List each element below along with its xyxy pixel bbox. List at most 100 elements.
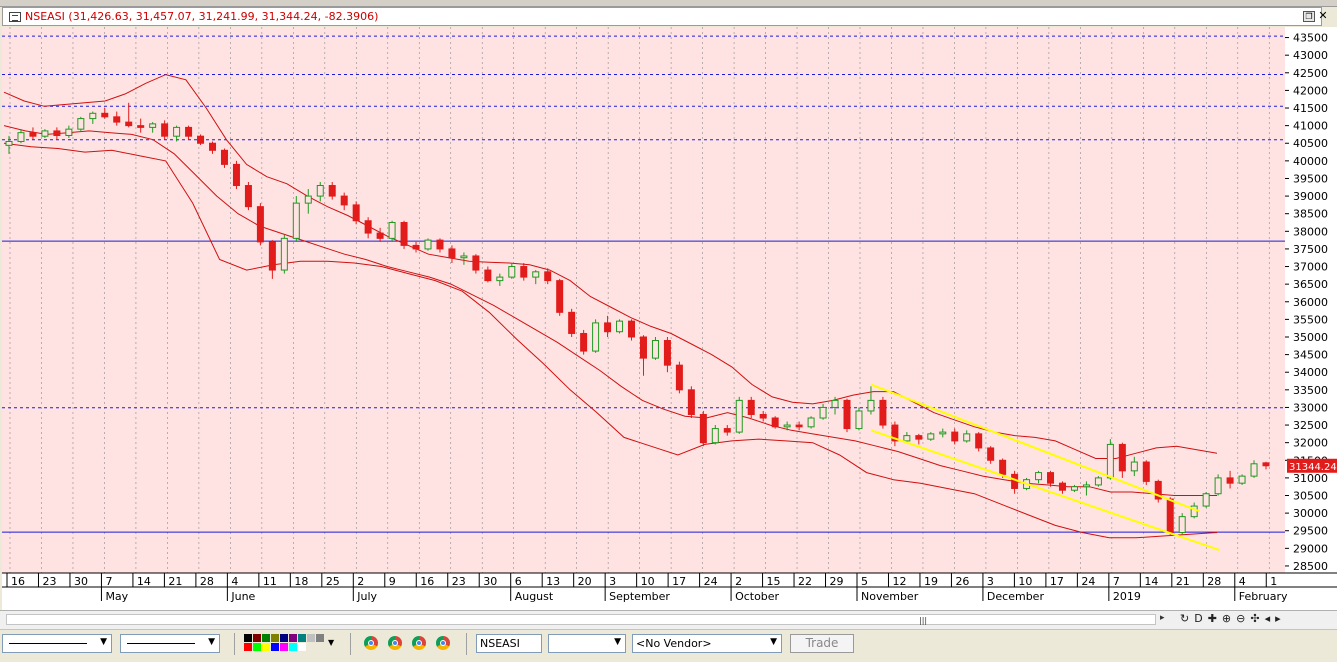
candle bbox=[939, 431, 947, 435]
browser-icon[interactable] bbox=[364, 636, 378, 650]
color-swatch[interactable] bbox=[316, 634, 324, 642]
y-tick-label: 38000 bbox=[1293, 225, 1328, 238]
y-tick-label: 37000 bbox=[1293, 261, 1328, 274]
candle bbox=[232, 163, 240, 187]
candle bbox=[77, 118, 85, 130]
color-swatch[interactable] bbox=[253, 643, 261, 651]
candle bbox=[41, 130, 49, 137]
candle bbox=[125, 121, 133, 127]
color-swatch[interactable] bbox=[307, 634, 315, 642]
zoom-out-icon[interactable]: ⊖ bbox=[1236, 612, 1250, 625]
month-label: December bbox=[987, 590, 1045, 603]
browser-icon[interactable] bbox=[388, 636, 402, 650]
x-tick-label: 23 bbox=[452, 575, 466, 588]
candle bbox=[831, 399, 839, 408]
x-tick-label: 26 bbox=[955, 575, 969, 588]
chart-nav-icons: ↻D✚⊕⊖✣◂▸ bbox=[1180, 612, 1286, 625]
candle bbox=[927, 433, 935, 440]
drawing-toolbar: ▼ ▼ ▼ NSEASI ▼ <No Vendor> ▼ Trade bbox=[0, 629, 1337, 662]
right-icon[interactable]: ▸ bbox=[1275, 612, 1286, 625]
chevron-down-icon: ▼ bbox=[770, 637, 777, 647]
x-tick-label: 12 bbox=[892, 575, 906, 588]
toolbar-divider bbox=[466, 633, 467, 655]
y-tick-label: 32000 bbox=[1293, 437, 1328, 450]
price-chart[interactable]: 2850029000295003000030500310003150032000… bbox=[2, 27, 1337, 610]
daily-icon[interactable]: D bbox=[1194, 612, 1207, 625]
trade-button[interactable]: Trade bbox=[790, 634, 854, 653]
chart-title-bar: NSEASI (31,426.63, 31,457.07, 31,241.99,… bbox=[2, 7, 1328, 26]
scrollbar-grip-icon[interactable]: ||| bbox=[919, 616, 927, 625]
line-width-select[interactable]: ▼ bbox=[120, 634, 220, 653]
candle bbox=[1130, 461, 1138, 472]
color-swatch[interactable] bbox=[271, 643, 279, 651]
color-swatch[interactable] bbox=[262, 634, 270, 642]
zoom-in-icon[interactable]: ⊕ bbox=[1222, 612, 1236, 625]
x-tick-label: 30 bbox=[74, 575, 88, 588]
x-tick-label: 9 bbox=[389, 575, 396, 588]
chart-window-icon bbox=[9, 12, 21, 22]
left-icon[interactable]: ◂ bbox=[1265, 612, 1276, 625]
candle bbox=[951, 431, 959, 442]
color-swatch[interactable] bbox=[289, 634, 297, 642]
refresh-icon[interactable]: ↻ bbox=[1180, 612, 1194, 625]
color-swatch[interactable] bbox=[298, 643, 306, 651]
chart-svg[interactable]: 2850029000295003000030500310003150032000… bbox=[2, 27, 1337, 610]
color-swatch[interactable] bbox=[262, 643, 270, 651]
month-label: July bbox=[356, 590, 377, 603]
candle bbox=[137, 125, 145, 128]
candle bbox=[759, 413, 767, 419]
candle bbox=[256, 206, 264, 243]
restore-icon[interactable]: ❐ bbox=[1303, 11, 1315, 22]
color-swatch[interactable] bbox=[298, 634, 306, 642]
candle bbox=[1035, 472, 1043, 481]
candle bbox=[364, 220, 372, 234]
color-swatch[interactable] bbox=[280, 634, 288, 642]
scroll-icon[interactable]: ✣ bbox=[1250, 612, 1264, 625]
color-swatch[interactable] bbox=[253, 634, 261, 642]
candle bbox=[65, 128, 73, 136]
candle bbox=[1178, 516, 1186, 533]
candle bbox=[771, 417, 779, 428]
palette-dropdown-icon[interactable]: ▼ bbox=[328, 638, 334, 647]
x-tick-label: 30 bbox=[483, 575, 497, 588]
interval-select[interactable]: ▼ bbox=[548, 634, 626, 653]
line-style-select[interactable]: ▼ bbox=[2, 634, 112, 653]
candle bbox=[340, 195, 348, 206]
color-swatch[interactable] bbox=[271, 634, 279, 642]
symbol-input[interactable]: NSEASI bbox=[476, 634, 542, 653]
scroll-right-icon[interactable]: ▸ bbox=[1160, 613, 1165, 623]
crosshair-icon[interactable]: ✚ bbox=[1208, 612, 1222, 625]
close-icon[interactable]: ✕ bbox=[1317, 10, 1329, 22]
horizontal-scrollbar[interactable]: ||| bbox=[6, 614, 1156, 625]
y-tick-label: 37500 bbox=[1293, 243, 1328, 256]
color-swatch[interactable] bbox=[280, 643, 288, 651]
candle bbox=[1250, 463, 1258, 477]
candle bbox=[568, 311, 576, 334]
x-tick-label: 14 bbox=[1144, 575, 1158, 588]
candle bbox=[1106, 443, 1114, 479]
candle bbox=[903, 435, 911, 442]
x-tick-label: 25 bbox=[326, 575, 340, 588]
browser-icon[interactable] bbox=[436, 636, 450, 650]
y-tick-label: 34500 bbox=[1293, 349, 1328, 362]
candle bbox=[580, 332, 588, 352]
color-swatch[interactable] bbox=[244, 634, 252, 642]
candle bbox=[987, 447, 995, 461]
toolbar-divider bbox=[350, 633, 351, 655]
candle bbox=[1118, 443, 1126, 472]
candle bbox=[963, 433, 971, 442]
color-palette[interactable] bbox=[244, 634, 328, 653]
browser-icon[interactable] bbox=[412, 636, 426, 650]
candle bbox=[400, 222, 408, 246]
candle bbox=[1238, 475, 1246, 484]
y-tick-label: 29500 bbox=[1293, 525, 1328, 538]
vendor-select[interactable]: <No Vendor> ▼ bbox=[632, 634, 782, 653]
x-tick-label: 15 bbox=[767, 575, 781, 588]
color-swatch[interactable] bbox=[244, 643, 252, 651]
y-tick-label: 30500 bbox=[1293, 490, 1328, 503]
candle bbox=[975, 433, 983, 449]
color-swatch[interactable] bbox=[289, 643, 297, 651]
y-tick-label: 34000 bbox=[1293, 366, 1328, 379]
candle bbox=[915, 435, 923, 440]
x-tick-label: 7 bbox=[105, 575, 112, 588]
